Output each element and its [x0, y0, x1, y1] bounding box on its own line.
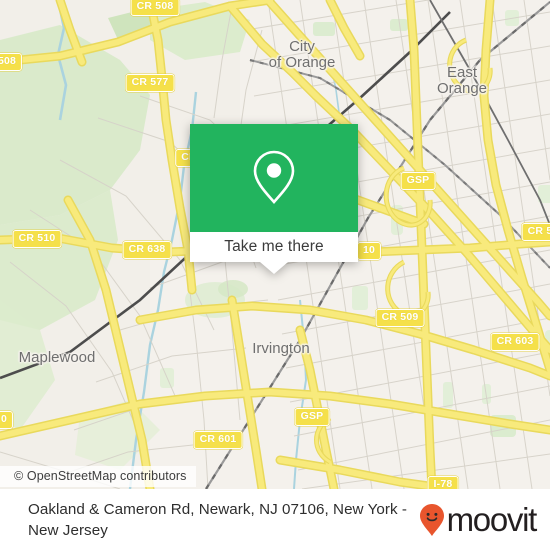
road-shield: 0 [0, 411, 14, 429]
road-shield: GSP [294, 408, 330, 426]
destination-popup[interactable]: Take me there [190, 124, 358, 274]
moovit-pin-icon [419, 503, 445, 537]
moovit-logo[interactable]: moovit [419, 503, 544, 537]
road-shield: CR 509 [375, 309, 425, 327]
address-text: Oakland & Cameron Rd, Newark, NJ 07106, … [28, 500, 407, 539]
map-pin-icon [247, 147, 301, 207]
road-shield: CR 508 [130, 0, 180, 16]
moovit-wordmark: moovit [446, 501, 538, 538]
popup-header [190, 124, 358, 232]
popup-pointer [260, 262, 288, 274]
road-shield: GSP [400, 172, 436, 190]
road-shield: CR 603 [490, 333, 540, 351]
take-me-there-label: Take me there [224, 238, 324, 255]
moovit-map-page: City of Orange East Orange Maplewood Irv… [0, 0, 550, 550]
map-attribution[interactable]: © OpenStreetMap contributors [0, 466, 196, 487]
road-shield: CR 638 [122, 241, 172, 259]
road-shield: CR 510 [12, 230, 62, 248]
road-shield: CR 577 [125, 74, 175, 92]
road-shield: CR 601 [193, 431, 243, 449]
footer-bar: Oakland & Cameron Rd, Newark, NJ 07106, … [0, 489, 550, 550]
map-canvas[interactable]: City of Orange East Orange Maplewood Irv… [0, 0, 550, 489]
road-shield: 508 [0, 53, 23, 71]
road-shield: 10 [356, 242, 382, 260]
take-me-there-button[interactable]: Take me there [190, 232, 358, 262]
road-shield: I-78 [427, 476, 459, 489]
road-shield: CR 5 [521, 223, 550, 241]
